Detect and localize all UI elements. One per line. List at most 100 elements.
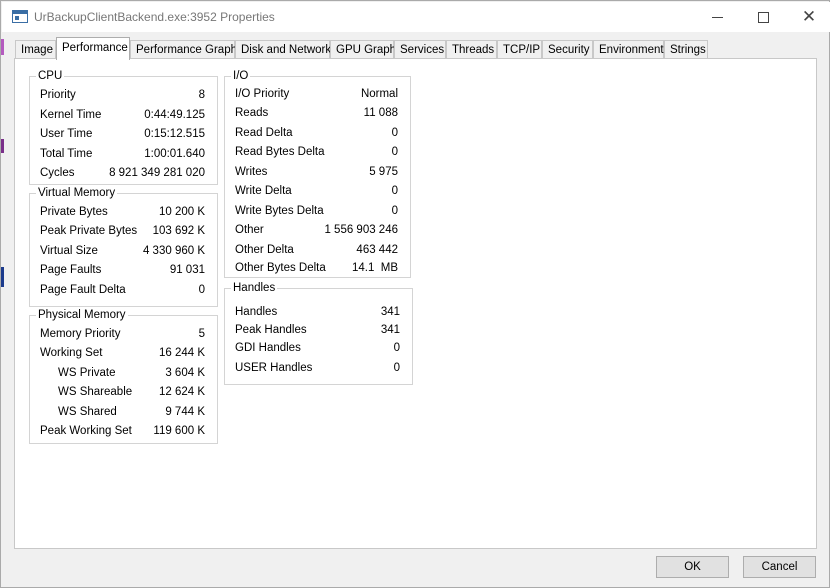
- close-button[interactable]: ✕: [786, 2, 830, 32]
- io-row: Write Bytes Delta 0: [225, 202, 410, 221]
- close-icon: ✕: [801, 6, 817, 27]
- peak-handles-value: 341: [380, 324, 400, 336]
- total-time-value: 1:00:01.640: [144, 148, 205, 160]
- page-faults-label: Page Faults: [40, 264, 102, 276]
- io-group: I/O I/O Priority Normal Reads 11 088 Rea…: [224, 69, 411, 278]
- virtual-memory-group-title: Virtual Memory: [36, 186, 118, 200]
- peak-working-set-value: 119 600 K: [153, 425, 205, 437]
- handles-group-title: Handles: [231, 281, 278, 295]
- peak-private-bytes-label: Peak Private Bytes: [40, 225, 138, 237]
- tab-disk-and-network[interactable]: Disk and Network: [235, 40, 331, 60]
- other-bytes-delta-label: Other Bytes Delta: [235, 262, 326, 274]
- ws-shared-value: 9 744 K: [165, 406, 205, 418]
- gdi-handles-label: GDI Handles: [235, 342, 301, 354]
- virtual-memory-row: Peak Private Bytes 103 692 K: [30, 222, 217, 241]
- tab-gpu-graph[interactable]: GPU Graph: [330, 40, 396, 60]
- virtual-size-label: Virtual Size: [40, 245, 98, 257]
- io-row: Other Delta 463 442: [225, 241, 410, 260]
- ws-private-value: 3 604 K: [165, 367, 205, 379]
- ws-shareable-value: 12 624 K: [158, 386, 205, 398]
- memory-priority-value: 5: [198, 328, 205, 340]
- minimize-button[interactable]: [694, 2, 740, 32]
- handles-value: 341: [380, 306, 400, 318]
- handles-group: Handles Handles 341 Peak Handles 341 GDI…: [224, 281, 413, 385]
- tab-services[interactable]: Services: [394, 40, 446, 60]
- window-properties-icon: [12, 10, 28, 23]
- write-delta-value: 0: [391, 185, 398, 197]
- io-priority-label: I/O Priority: [235, 88, 290, 100]
- handles-label: Handles: [235, 306, 278, 318]
- write-bytes-delta-value: 0: [391, 205, 398, 217]
- private-bytes-value: 10 200 K: [158, 206, 205, 218]
- io-priority-value: Normal: [360, 88, 398, 100]
- tab-security[interactable]: Security: [542, 40, 593, 60]
- cpu-group: CPU Priority 8 Kernel Time 0:44:49.125 U…: [29, 69, 218, 185]
- tab-environment[interactable]: Environment: [593, 40, 664, 60]
- tab-image[interactable]: Image: [15, 40, 56, 60]
- handles-row: GDI Handles 0: [225, 339, 412, 358]
- handles-row: Peak Handles 341: [225, 321, 412, 340]
- maximize-icon: [757, 11, 769, 23]
- io-row: Read Delta 0: [225, 124, 410, 143]
- working-set-value: 16 244 K: [158, 347, 205, 359]
- total-time-label: Total Time: [40, 148, 93, 160]
- io-row: Reads 11 088: [225, 104, 410, 123]
- read-delta-value: 0: [391, 127, 398, 139]
- page-faults-value: 91 031: [169, 264, 205, 276]
- user-handles-value: 0: [393, 362, 400, 374]
- other-bytes-delta-value: 14.1 MB: [351, 262, 398, 274]
- virtual-memory-group: Virtual Memory Private Bytes 10 200 K Pe…: [29, 186, 218, 307]
- virtual-memory-row: Private Bytes 10 200 K: [30, 203, 217, 222]
- handles-row: Handles 341: [225, 303, 412, 322]
- peak-private-bytes-value: 103 692 K: [152, 225, 205, 237]
- working-set-label: Working Set: [40, 347, 103, 359]
- io-row: Other Bytes Delta 14.1 MB: [225, 259, 410, 278]
- cpu-row: Cycles 8 921 349 281 020: [30, 164, 217, 183]
- gdi-handles-value: 0: [393, 342, 400, 354]
- cycles-label: Cycles: [40, 167, 75, 179]
- title-bar[interactable]: UrBackupClientBackend.exe:3952 Propertie…: [2, 2, 830, 32]
- ws-shareable-label: WS Shareable: [58, 386, 133, 398]
- cpu-priority-value: 8: [198, 89, 205, 101]
- io-row: Other 1 556 903 246: [225, 221, 410, 240]
- kernel-time-label: Kernel Time: [40, 109, 102, 121]
- tab-strings[interactable]: Strings: [664, 40, 708, 60]
- ws-shared-label: WS Shared: [58, 406, 117, 418]
- physical-memory-row: WS Shared 9 744 K: [30, 403, 217, 422]
- properties-window: UrBackupClientBackend.exe:3952 Propertie…: [0, 0, 830, 588]
- writes-value: 5 975: [369, 166, 398, 178]
- physical-memory-group-title: Physical Memory: [36, 308, 128, 322]
- reads-label: Reads: [235, 107, 269, 119]
- read-delta-label: Read Delta: [235, 127, 293, 139]
- tab-tcp-ip[interactable]: TCP/IP: [497, 40, 542, 60]
- tab-performance-graph[interactable]: Performance Graph: [130, 40, 237, 60]
- cancel-button[interactable]: Cancel: [743, 556, 816, 578]
- tab-threads[interactable]: Threads: [446, 40, 497, 60]
- handles-row: USER Handles 0: [225, 359, 412, 378]
- io-row: Write Delta 0: [225, 182, 410, 201]
- read-bytes-delta-label: Read Bytes Delta: [235, 146, 325, 158]
- maximize-button[interactable]: [740, 2, 786, 32]
- tab-performance[interactable]: Performance: [56, 37, 130, 60]
- kernel-time-value: 0:44:49.125: [144, 109, 205, 121]
- cpu-priority-label: Priority: [40, 89, 76, 101]
- io-row: Writes 5 975: [225, 163, 410, 182]
- physical-memory-row: Peak Working Set 119 600 K: [30, 422, 217, 441]
- physical-memory-row: Working Set 16 244 K: [30, 344, 217, 363]
- write-delta-label: Write Delta: [235, 185, 292, 197]
- other-value: 1 556 903 246: [324, 224, 398, 236]
- cpu-row: User Time 0:15:12.515: [30, 125, 217, 144]
- user-time-label: User Time: [40, 128, 93, 140]
- cpu-row: Total Time 1:00:01.640: [30, 145, 217, 164]
- ok-button[interactable]: OK: [656, 556, 729, 578]
- page-fault-delta-label: Page Fault Delta: [40, 284, 126, 296]
- window-title: UrBackupClientBackend.exe:3952 Propertie…: [34, 10, 275, 24]
- virtual-memory-row: Page Faults 91 031: [30, 261, 217, 280]
- physical-memory-row: WS Private 3 604 K: [30, 364, 217, 383]
- page-fault-delta-value: 0: [198, 284, 205, 296]
- virtual-size-value: 4 330 960 K: [142, 245, 205, 257]
- user-handles-label: USER Handles: [235, 362, 313, 374]
- physical-memory-row: WS Shareable 12 624 K: [30, 383, 217, 402]
- io-row: Read Bytes Delta 0: [225, 143, 410, 162]
- cpu-row: Priority 8: [30, 86, 217, 105]
